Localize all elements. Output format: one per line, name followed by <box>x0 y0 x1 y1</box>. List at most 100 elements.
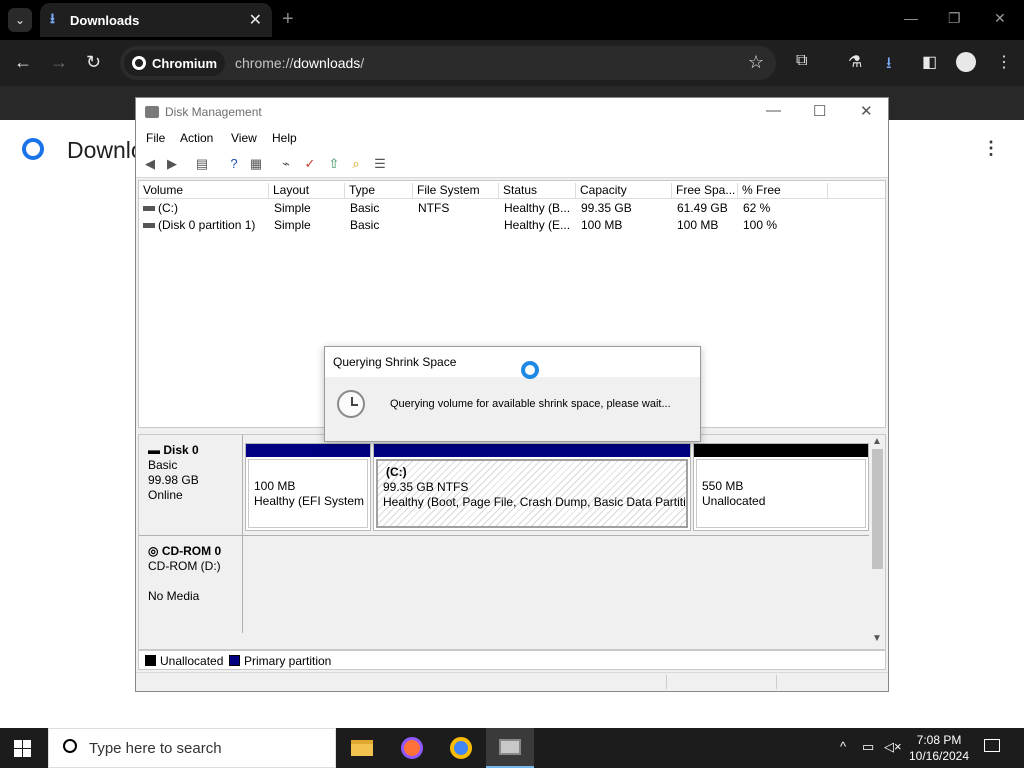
console-tree-icon[interactable]: ▤ <box>194 156 210 172</box>
cell-layout: Simple <box>274 201 311 215</box>
menu-kebab-icon[interactable]: ⋮ <box>996 52 1012 72</box>
scroll-up-icon[interactable]: ▲ <box>872 436 882 447</box>
side-panel-icon[interactable]: ◧ <box>922 52 937 72</box>
col-type[interactable]: Type <box>345 183 413 199</box>
minimize-button[interactable]: — <box>904 10 918 26</box>
properties-icon[interactable]: ▦ <box>248 156 264 172</box>
browser-toolbar: ← → ↻ Chromium chrome://downloads/ ☆ ⧉ ⚗… <box>0 40 1024 86</box>
partition-c[interactable]: (C:) 99.35 GB NTFS Healthy (Boot, Page F… <box>373 443 691 531</box>
extensions-icon[interactable]: ⧉ <box>796 52 807 70</box>
partition-body: 550 MB Unallocated <box>696 459 866 528</box>
col-free-space[interactable]: Free Spa... <box>672 183 738 199</box>
disk0-label[interactable]: ▬ Disk 0 Basic 99.98 GB Online <box>139 435 243 535</box>
cell-status: Healthy (E... <box>504 218 571 232</box>
volume-muted-icon[interactable]: ◁× <box>884 739 902 755</box>
partition-body: (C:) 99.35 GB NTFS Healthy (Boot, Page F… <box>376 459 688 528</box>
page-menu-icon[interactable]: ⋮ <box>982 138 1000 159</box>
forward-icon[interactable]: ▶ <box>164 156 180 172</box>
tab-downloads[interactable]: ⭳ Downloads ✕ <box>40 3 272 37</box>
windows-logo-pane <box>23 740 31 748</box>
menu-file[interactable]: File <box>146 131 165 145</box>
table-row[interactable]: (Disk 0 partition 1) Simple Basic Health… <box>139 218 885 235</box>
partition-size: 99.35 GB NTFS <box>383 480 469 494</box>
partition-status: Unallocated <box>702 494 766 508</box>
menu-view[interactable]: View <box>231 131 257 145</box>
clock-icon <box>337 390 365 418</box>
firefox-button[interactable] <box>388 728 436 768</box>
partition-efi[interactable]: 100 MB Healthy (EFI System P <box>245 443 371 531</box>
disk-management-icon <box>499 739 521 755</box>
browser-tabstrip: ⌄ ⭳ Downloads ✕ + — ❐ ✕ <box>0 0 1024 40</box>
volume-list-header: Volume Layout Type File System Status Ca… <box>139 181 885 199</box>
back-arrow-icon[interactable]: ← <box>14 52 32 72</box>
reload-icon[interactable]: ↻ <box>86 52 101 72</box>
menu-help[interactable]: Help <box>272 131 297 145</box>
restore-button[interactable]: ❐ <box>948 10 961 27</box>
col-status[interactable]: Status <box>499 183 576 199</box>
dm-maximize-button[interactable]: ☐ <box>813 102 826 120</box>
col-capacity[interactable]: Capacity <box>576 183 672 199</box>
scroll-down-icon[interactable]: ▼ <box>872 633 882 644</box>
dm-titlebar: Disk Management — ☐ ✕ <box>136 98 888 126</box>
legend-swatch-primary <box>229 655 240 666</box>
scroll-thumb[interactable] <box>872 449 883 569</box>
tab-close-icon[interactable]: ✕ <box>249 10 262 30</box>
dm-close-button[interactable]: ✕ <box>860 102 873 120</box>
disk-management-taskbar-button[interactable] <box>486 728 534 768</box>
taskbar-clock[interactable]: 7:08 PM 10/16/2024 <box>904 732 974 764</box>
notification-icon[interactable] <box>984 739 1000 752</box>
url-scheme: chrome:// <box>235 55 294 71</box>
search-folder-icon[interactable]: ⌕ <box>348 156 364 172</box>
querying-shrink-dialog: Querying Shrink Space Querying volume fo… <box>324 346 701 442</box>
cell-capacity: 99.35 GB <box>581 201 632 215</box>
new-tab-button[interactable]: + <box>282 8 294 31</box>
list-icon[interactable]: ☰ <box>372 156 388 172</box>
labs-flask-icon[interactable]: ⚗ <box>848 52 862 72</box>
partition-size: 550 MB <box>702 479 744 493</box>
close-window-button[interactable]: ✕ <box>994 10 1006 27</box>
status-divider <box>666 675 667 689</box>
tab-search-button[interactable]: ⌄ <box>8 8 32 32</box>
table-row[interactable]: (C:) Simple Basic NTFS Healthy (B... 99.… <box>139 201 885 218</box>
start-button[interactable] <box>14 740 31 757</box>
address-bar[interactable]: Chromium chrome://downloads/ ☆ <box>120 46 776 80</box>
chromium-taskbar-button[interactable] <box>437 728 485 768</box>
graph-scrollbar[interactable]: ▲ ▼ <box>869 435 885 649</box>
col-percent-free[interactable]: % Free <box>738 183 828 199</box>
legend-swatch-unallocated <box>145 655 156 666</box>
partition-unallocated[interactable]: 550 MB Unallocated <box>693 443 869 531</box>
check-icon[interactable]: ✓ <box>302 156 318 172</box>
col-volume[interactable]: Volume <box>139 183 269 199</box>
drive-icon <box>143 223 155 229</box>
dm-statusbar <box>136 672 888 691</box>
volume-name: (C:) <box>158 201 178 215</box>
disk-graphical-view: ▬ Disk 0 Basic 99.98 GB Online 100 MB He… <box>138 434 886 650</box>
taskbar-search-input[interactable]: Type here to search <box>48 728 336 768</box>
bookmark-star-icon[interactable]: ☆ <box>748 52 764 73</box>
url-text[interactable]: chrome://downloads/ <box>235 55 364 71</box>
cell-percent-free: 62 % <box>743 201 771 215</box>
help-icon[interactable]: ? <box>226 156 242 172</box>
volume-name: (Disk 0 partition 1) <box>158 218 256 232</box>
tray-chevron-icon[interactable]: ^ <box>840 739 846 754</box>
menu-action[interactable]: Action <box>180 131 213 145</box>
cdrom-label[interactable]: ◎ CD-ROM 0 CD-ROM (D:) No Media <box>139 536 243 633</box>
file-explorer-button[interactable] <box>338 728 386 768</box>
cdrom-type: CD-ROM (D:) <box>148 559 221 573</box>
forward-arrow-icon[interactable]: → <box>50 52 68 72</box>
downloads-toolbar-icon[interactable]: ⭳ <box>886 52 892 79</box>
site-info-chip[interactable]: Chromium <box>124 50 225 76</box>
back-icon[interactable]: ◀ <box>142 156 158 172</box>
up-folder-icon[interactable]: ⇧ <box>326 156 342 172</box>
network-icon[interactable]: ▭ <box>862 739 874 755</box>
profile-avatar-icon[interactable] <box>956 52 976 72</box>
dm-minimize-button[interactable]: — <box>766 102 781 119</box>
url-host: downloads <box>293 55 361 71</box>
folder-icon <box>351 740 373 756</box>
url-tail: / <box>360 55 365 71</box>
col-layout[interactable]: Layout <box>269 183 345 199</box>
row-divider <box>139 535 871 536</box>
col-filesystem[interactable]: File System <box>413 183 499 199</box>
clock-hand <box>351 404 358 406</box>
connect-icon[interactable]: ⌁ <box>278 156 294 172</box>
